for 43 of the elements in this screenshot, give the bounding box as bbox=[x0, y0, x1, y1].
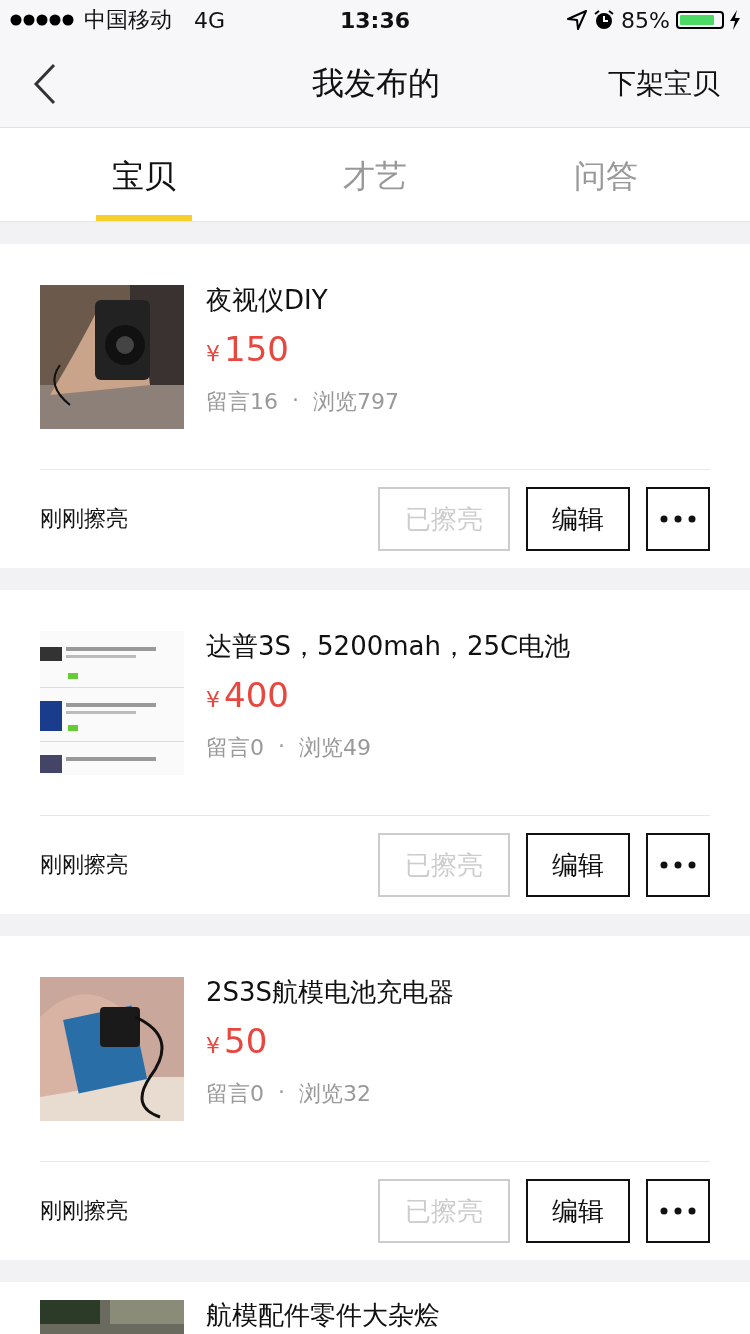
separator-dot: · bbox=[278, 1079, 285, 1106]
more-dots-icon bbox=[660, 861, 696, 869]
view-count: 浏览32 bbox=[299, 1080, 371, 1108]
more-button[interactable] bbox=[646, 1179, 710, 1243]
action-button[interactable]: 编辑 bbox=[526, 487, 630, 551]
more-button[interactable] bbox=[646, 487, 710, 551]
separator-dot: · bbox=[292, 387, 299, 414]
delist-button[interactable]: 下架宝贝 bbox=[608, 64, 720, 103]
status-time: 13:36 bbox=[340, 7, 410, 33]
network-type: 4G bbox=[194, 7, 226, 33]
item-title: 达普3S，5200mah，25C电池 bbox=[206, 631, 571, 661]
view-count: 浏览49 bbox=[299, 734, 371, 762]
refresh-status: 刚刚擦亮 bbox=[40, 505, 128, 533]
carrier-name: 中国移动 bbox=[84, 6, 172, 34]
currency-sign: ¥ bbox=[206, 687, 220, 712]
page-title: 我发布的 bbox=[312, 62, 440, 104]
refresh-status: 刚刚擦亮 bbox=[40, 851, 128, 879]
alarm-icon bbox=[593, 9, 616, 31]
refresh-status: 刚刚擦亮 bbox=[40, 1197, 128, 1225]
more-dots-icon bbox=[660, 515, 696, 523]
tab[interactable]: 宝贝 bbox=[95, 128, 192, 221]
action-button[interactable]: 编辑 bbox=[526, 1179, 630, 1243]
location-arrow-icon bbox=[567, 10, 588, 30]
comment-count: 留言0 bbox=[206, 734, 264, 762]
item-price: 50 bbox=[224, 1021, 268, 1061]
comment-count: 留言16 bbox=[206, 388, 278, 416]
currency-sign: ¥ bbox=[206, 1033, 220, 1058]
more-dots-icon bbox=[660, 1207, 696, 1215]
action-button[interactable]: 编辑 bbox=[526, 833, 630, 897]
signal-icon bbox=[10, 14, 76, 26]
item-title: 夜视仪DIY bbox=[206, 285, 329, 315]
separator-dot: · bbox=[278, 733, 285, 760]
currency-sign: ¥ bbox=[206, 341, 220, 366]
item-price: 400 bbox=[224, 675, 289, 715]
item-title: 航模配件零件大杂烩 bbox=[206, 1300, 440, 1330]
more-button[interactable] bbox=[646, 833, 710, 897]
charging-bolt-icon bbox=[730, 10, 740, 30]
item-price: 150 bbox=[224, 329, 289, 369]
battery-icon bbox=[676, 11, 724, 29]
view-count: 浏览797 bbox=[313, 388, 399, 416]
comment-count: 留言0 bbox=[206, 1080, 264, 1108]
item-title: 2S3S航模电池充电器 bbox=[206, 977, 455, 1007]
battery-percent: 85% bbox=[621, 7, 670, 33]
